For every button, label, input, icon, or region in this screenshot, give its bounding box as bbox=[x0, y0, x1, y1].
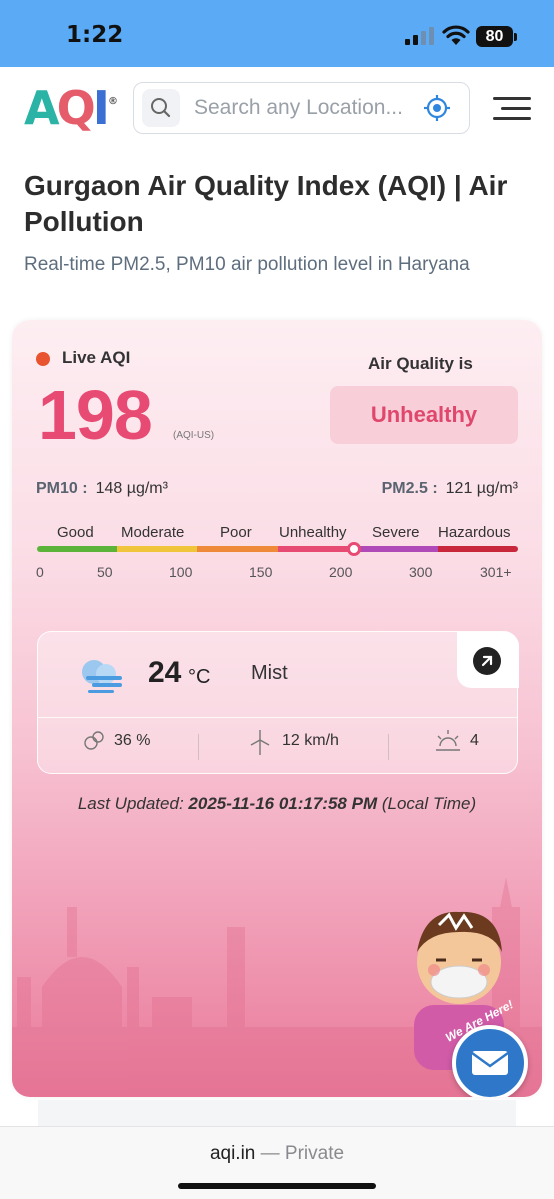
status-time: 1:22 bbox=[66, 22, 124, 48]
last-updated-datetime: 2025-11-16 01:17:58 PM bbox=[188, 794, 378, 813]
scale-label-poor: Poor bbox=[220, 524, 252, 541]
scale-label-moderate: Moderate bbox=[121, 524, 185, 541]
scale-segment bbox=[277, 546, 358, 552]
last-updated: Last Updated: 2025-11-16 01:17:58 PM (Lo… bbox=[12, 794, 542, 814]
scale-label-severe: Severe bbox=[372, 524, 420, 541]
wifi-icon bbox=[442, 25, 470, 45]
uv-stat: 4 bbox=[434, 730, 479, 751]
battery-icon: 80 bbox=[476, 26, 513, 47]
live-indicator-dot bbox=[36, 352, 50, 366]
url-domain: aqi.in bbox=[209, 1143, 256, 1164]
wind-value: 12 km/h bbox=[282, 732, 339, 749]
temperature-unit: °C bbox=[188, 666, 211, 688]
aqi-card: Live AQI 198 (AQI-US) Air Quality is Unh… bbox=[12, 320, 542, 1097]
scale-number: 150 bbox=[249, 564, 273, 580]
private-mode-label: Private bbox=[284, 1143, 345, 1164]
site-header: AQI ® bbox=[0, 67, 554, 152]
humidity-icon bbox=[84, 731, 104, 750]
scale-number: 300 bbox=[409, 564, 433, 580]
pm10-value: 148 µg/m³ bbox=[95, 480, 168, 497]
home-indicator[interactable] bbox=[178, 1183, 376, 1189]
locate-icon[interactable] bbox=[423, 94, 451, 122]
menu-icon[interactable] bbox=[493, 94, 531, 124]
air-quality-label: Air Quality is bbox=[368, 354, 473, 373]
pm25-value: 121 µg/m³ bbox=[445, 480, 518, 497]
content-below-card bbox=[38, 1100, 516, 1126]
uv-sun-icon bbox=[436, 730, 460, 751]
status-bar: 1:22 80 bbox=[0, 0, 554, 67]
scale-label-good: Good bbox=[57, 524, 94, 541]
scale-number: 100 bbox=[169, 564, 193, 580]
status-badge: Unhealthy bbox=[330, 386, 518, 444]
wind-stat: 12 km/h bbox=[248, 730, 339, 755]
scale-number: 200 bbox=[329, 564, 353, 580]
temperature-value: 24 bbox=[148, 656, 182, 689]
weather-stats: 36 % 12 km/h 4 bbox=[38, 718, 517, 775]
pm10-reading: PM10 : 148 µg/m³ bbox=[36, 480, 168, 498]
wind-turbine-icon bbox=[250, 730, 270, 755]
pm25-label: PM2.5 : bbox=[381, 480, 438, 497]
cellular-signal-icon bbox=[405, 27, 435, 45]
aqi-scale-marker bbox=[347, 542, 361, 556]
weather-summary: 24 °C Mist bbox=[38, 632, 519, 718]
mist-cloud-icon bbox=[82, 660, 122, 693]
aqi-value: 198 bbox=[38, 376, 153, 454]
scale-segment bbox=[437, 546, 518, 552]
url-text[interactable]: aqi.in — Private bbox=[0, 1143, 554, 1165]
pm10-label: PM10 : bbox=[36, 480, 88, 497]
page-title: Gurgaon Air Quality Index (AQI) | Air Po… bbox=[24, 170, 508, 237]
scale-segment bbox=[197, 546, 278, 552]
last-updated-suffix: (Local Time) bbox=[381, 794, 477, 813]
open-weather-button[interactable] bbox=[457, 632, 519, 688]
humidity-stat: 36 % bbox=[82, 731, 151, 750]
last-updated-prefix: Last Updated: bbox=[77, 794, 184, 813]
battery-cap bbox=[514, 33, 517, 41]
divider bbox=[198, 734, 199, 760]
mail-button[interactable] bbox=[452, 1025, 528, 1097]
divider bbox=[388, 734, 389, 760]
scale-segment bbox=[37, 546, 118, 552]
arrow-up-right-icon bbox=[473, 647, 501, 675]
scale-number: 0 bbox=[36, 564, 44, 580]
mail-icon bbox=[471, 1051, 509, 1075]
search-icon[interactable] bbox=[142, 89, 180, 127]
weather-card: 24 °C Mist 36 % 12 km/h 4 bbox=[37, 631, 519, 775]
scale-segment bbox=[117, 546, 198, 552]
scale-segment bbox=[357, 546, 438, 552]
uv-value: 4 bbox=[470, 732, 479, 749]
browser-address-bar[interactable]: aqi.in — Private bbox=[0, 1126, 554, 1199]
live-aqi-label: Live AQI bbox=[62, 348, 131, 367]
aqi-logo[interactable]: AQI ® bbox=[24, 85, 118, 131]
scale-number: 50 bbox=[97, 564, 113, 580]
url-separator: — bbox=[255, 1143, 285, 1164]
humidity-value: 36 % bbox=[114, 732, 151, 749]
aqi-unit: (AQI-US) bbox=[173, 430, 215, 441]
weather-condition: Mist bbox=[251, 662, 288, 684]
pm25-reading: PM2.5 : 121 µg/m³ bbox=[382, 480, 518, 498]
scale-label-hazardous: Hazardous bbox=[438, 524, 511, 541]
search-box[interactable] bbox=[133, 82, 470, 134]
scale-label-unhealthy: Unhealthy bbox=[279, 524, 347, 541]
scale-number: 301+ bbox=[480, 564, 512, 580]
aqi-scale-bar bbox=[37, 546, 518, 552]
search-input[interactable] bbox=[194, 93, 419, 123]
page-subtitle: Real-time PM2.5, PM10 air pollution leve… bbox=[24, 254, 470, 275]
